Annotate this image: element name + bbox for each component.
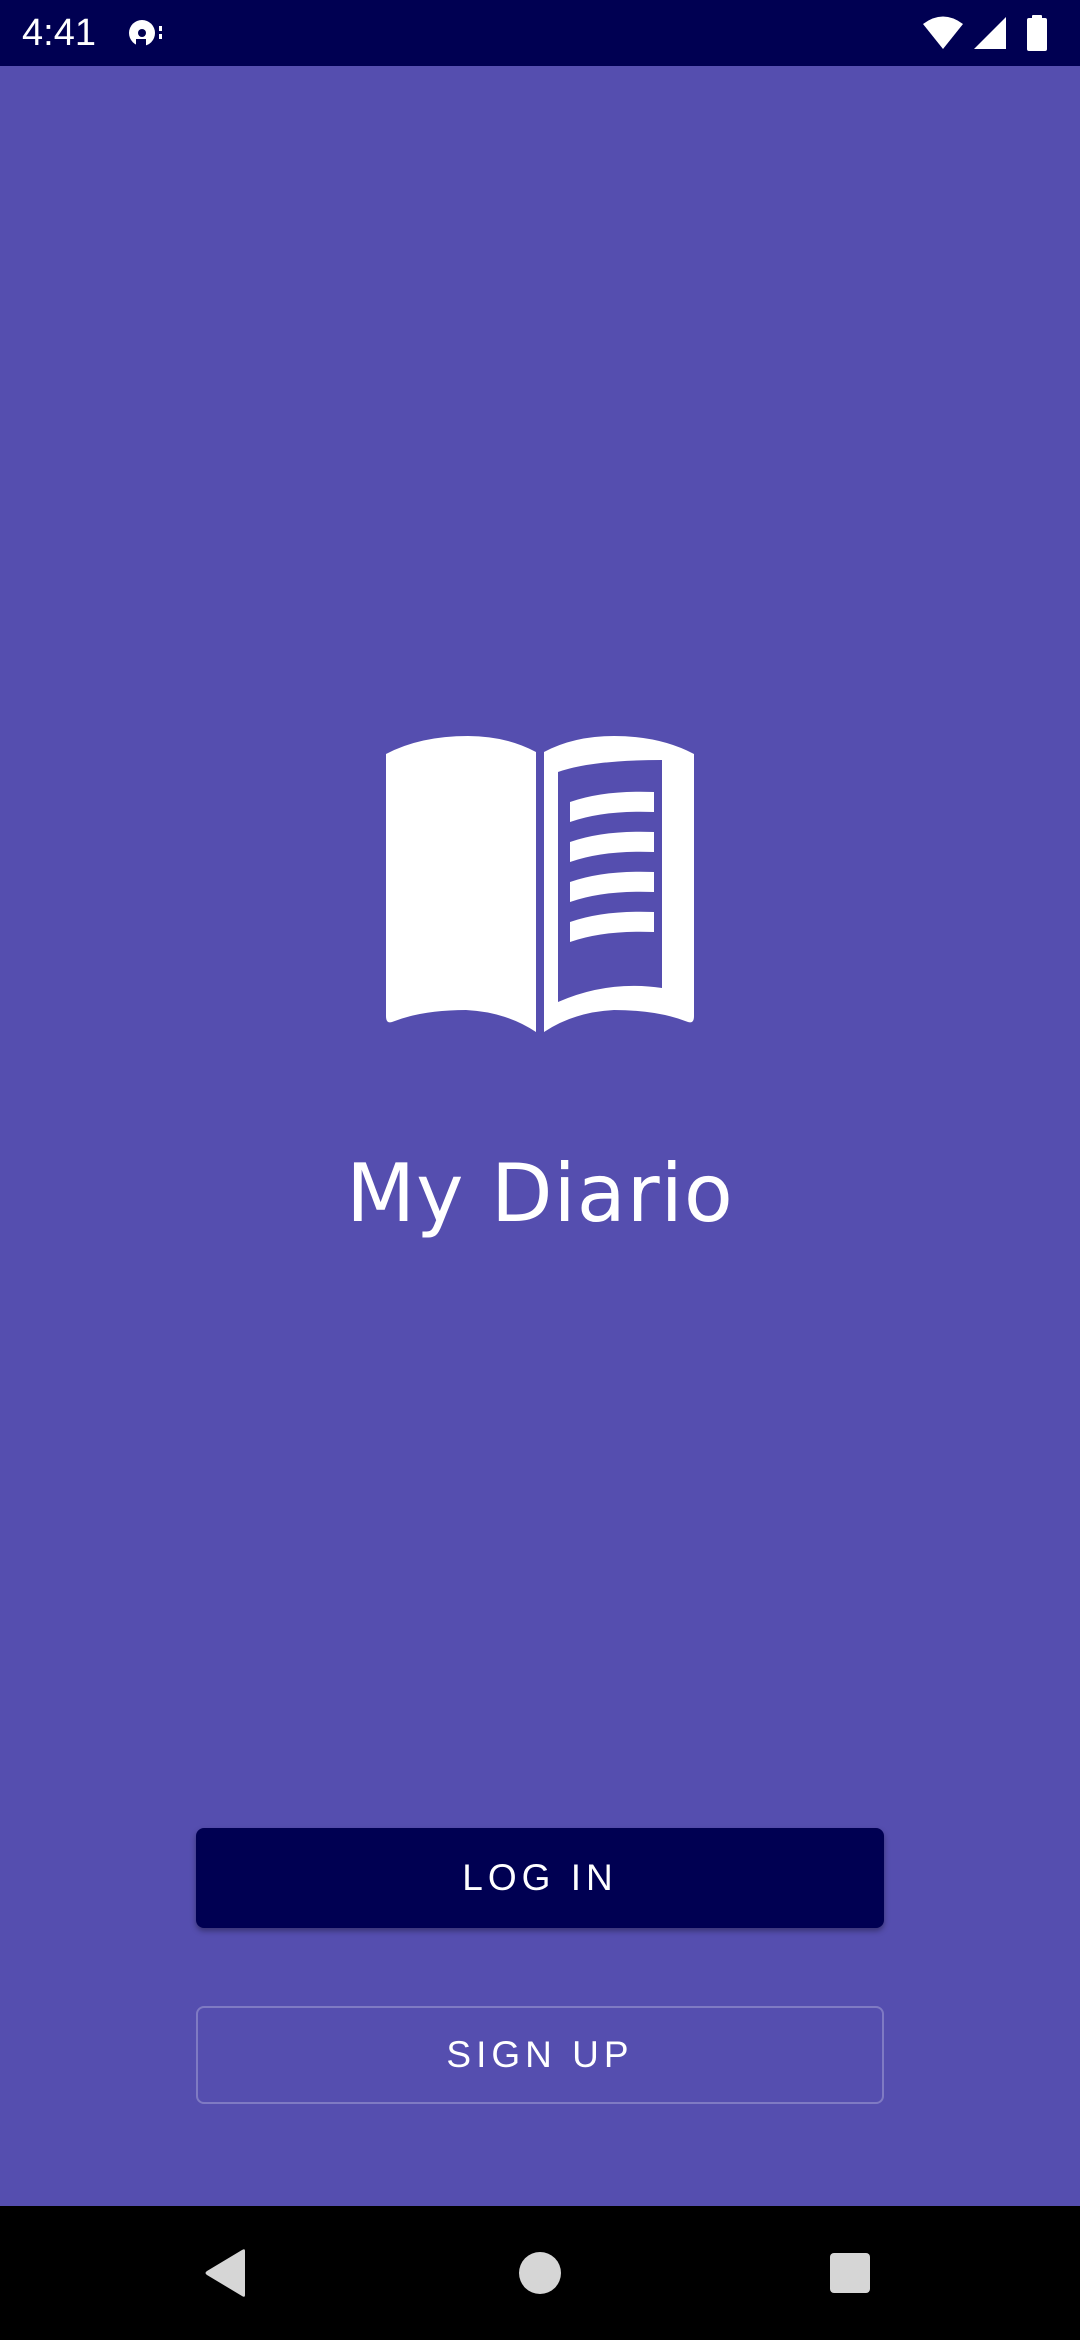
cellular-signal-icon: [974, 17, 1006, 49]
sign-up-button[interactable]: SIGN UP: [196, 2006, 884, 2104]
status-time: 4:41: [22, 12, 96, 54]
status-icons: [922, 14, 1048, 52]
open-book-icon: [386, 736, 694, 1032]
nav-recents-button[interactable]: [760, 2206, 940, 2340]
battery-icon: [1027, 15, 1047, 51]
nav-back-button[interactable]: [135, 2206, 315, 2340]
system-navigation-bar: [0, 2206, 1080, 2340]
recents-icon: [830, 2253, 870, 2293]
welcome-screen: My Diario LOG IN SIGN UP: [0, 66, 1080, 2206]
status-bar: 4:41: [0, 0, 1080, 66]
wifi-icon: [923, 16, 963, 49]
app-title: My Diario: [346, 1147, 734, 1240]
back-icon: [205, 2249, 245, 2297]
nav-home-button[interactable]: [450, 2206, 630, 2340]
media-cast-icon: [129, 20, 162, 47]
log-in-button[interactable]: LOG IN: [196, 1828, 884, 1928]
home-icon: [519, 2252, 561, 2294]
